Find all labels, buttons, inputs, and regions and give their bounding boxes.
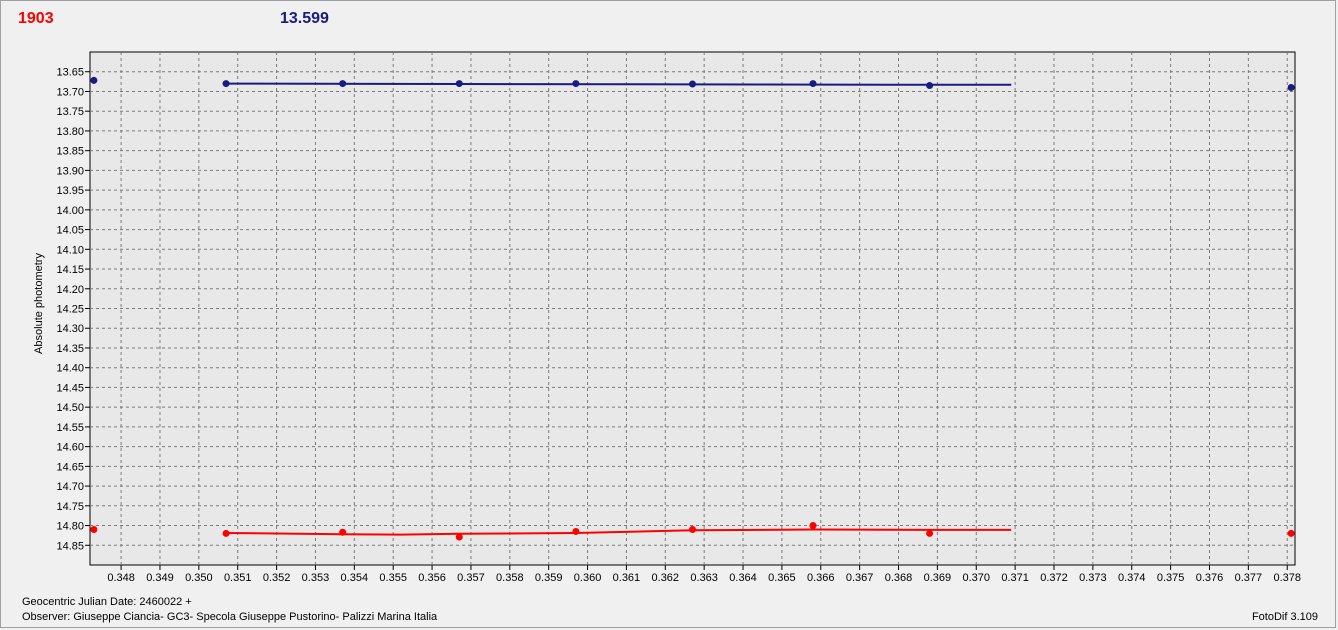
y-tick-label: 14.85 (56, 540, 84, 552)
series-1-point (809, 80, 817, 88)
y-tick-label: 14.55 (56, 422, 84, 434)
x-tick-label: 0.365 (768, 572, 796, 584)
series-2-point (689, 525, 696, 533)
x-tick-label: 0.378 (1273, 572, 1301, 584)
x-tick-label: 0.359 (535, 572, 563, 584)
series-2-point (1287, 529, 1295, 537)
x-tick-label: 0.354 (341, 572, 369, 584)
y-tick-label: 13.85 (56, 146, 84, 158)
series-1-point (455, 80, 463, 88)
x-tick-label: 0.364 (729, 572, 757, 584)
x-tick-label: 0.371 (1001, 572, 1029, 584)
series-1-point (1287, 84, 1295, 92)
series-1-point (926, 82, 934, 90)
y-tick-label: 14.75 (56, 501, 84, 513)
x-tick-label: 0.360 (574, 572, 602, 584)
y-tick-label: 14.80 (56, 521, 84, 533)
x-tick-label: 0.362 (652, 572, 680, 584)
x-tick-label: 0.351 (224, 572, 252, 584)
series-2-point (90, 525, 98, 533)
julian-date-label: Geocentric Julian Date: 2460022 + (22, 596, 192, 608)
x-tick-label: 0.357 (457, 572, 485, 584)
x-tick-label: 0.369 (924, 572, 952, 584)
x-tick-label: 0.376 (1196, 572, 1224, 584)
y-tick-label: 14.45 (56, 382, 84, 394)
y-tick-label: 14.35 (56, 343, 84, 355)
y-tick-label: 14.70 (56, 481, 84, 493)
x-tick-label: 0.363 (690, 572, 718, 584)
y-tick-label: 13.90 (56, 165, 84, 177)
series-2-point (222, 529, 230, 537)
x-tick-label: 0.356 (418, 572, 446, 584)
x-tick-label: 0.366 (807, 572, 835, 584)
x-tick-label: 0.374 (1118, 572, 1146, 584)
x-tick-label: 0.352 (263, 572, 291, 584)
series-1-point (90, 76, 98, 84)
x-tick-label: 0.361 (613, 572, 641, 584)
series-2-point (572, 527, 580, 535)
y-tick-label: 14.00 (56, 205, 84, 217)
x-tick-label: 0.353 (302, 572, 330, 584)
x-tick-label: 0.377 (1235, 572, 1263, 584)
y-tick-label: 14.50 (56, 402, 84, 414)
series-2-point (809, 522, 817, 530)
series-1-point (339, 80, 347, 88)
x-tick-label: 0.355 (379, 572, 407, 584)
y-tick-label: 14.20 (56, 284, 84, 296)
y-axis-label: Absolute photometry (33, 253, 45, 354)
series-2-point (339, 528, 347, 536)
observer-label: Observer: Giuseppe Ciancia- GC3- Specola… (22, 611, 438, 623)
x-tick-label: 0.367 (846, 572, 874, 584)
y-tick-label: 14.40 (56, 363, 84, 375)
x-tick-label: 0.349 (146, 572, 174, 584)
series-2-point (926, 529, 934, 537)
x-tick-label: 0.373 (1079, 572, 1107, 584)
photometry-chart: 0.348 0.349 0.350 0.351 0.352 0.353 0.354 0.355… (33, 51, 1301, 584)
y-tick-label: 14.65 (56, 461, 84, 473)
y-tick-label: 13.80 (56, 126, 84, 138)
y-tick-label: 14.05 (56, 225, 84, 237)
software-label: FotoDif 3.109 (1251, 611, 1318, 623)
series-1-point (689, 80, 696, 88)
header-left-value: 1903 (18, 10, 54, 27)
y-tick-label: 13.75 (56, 106, 84, 118)
y-tick-label: 13.65 (56, 67, 84, 79)
y-tick-label: 13.70 (56, 86, 84, 98)
series-2-point (455, 533, 463, 541)
series-1-point (572, 80, 580, 88)
x-tick-label: 0.350 (185, 572, 213, 584)
x-tick-label: 0.358 (496, 572, 524, 584)
header-right-value: 13.599 (280, 10, 329, 27)
x-tick-label: 0.375 (1157, 572, 1185, 584)
y-tick-label: 14.15 (56, 264, 84, 276)
y-tick-label: 14.25 (56, 304, 84, 316)
series-1-point (222, 80, 230, 88)
x-tick-label: 0.370 (962, 572, 990, 584)
y-tick-label: 14.10 (56, 244, 84, 256)
y-tick-label: 14.60 (56, 442, 84, 454)
x-tick-label: 0.348 (107, 572, 135, 584)
x-tick-label: 0.372 (1040, 572, 1068, 584)
x-tick-label: 0.368 (885, 572, 913, 584)
y-tick-label: 14.30 (56, 323, 84, 335)
y-tick-label: 13.95 (56, 185, 84, 197)
